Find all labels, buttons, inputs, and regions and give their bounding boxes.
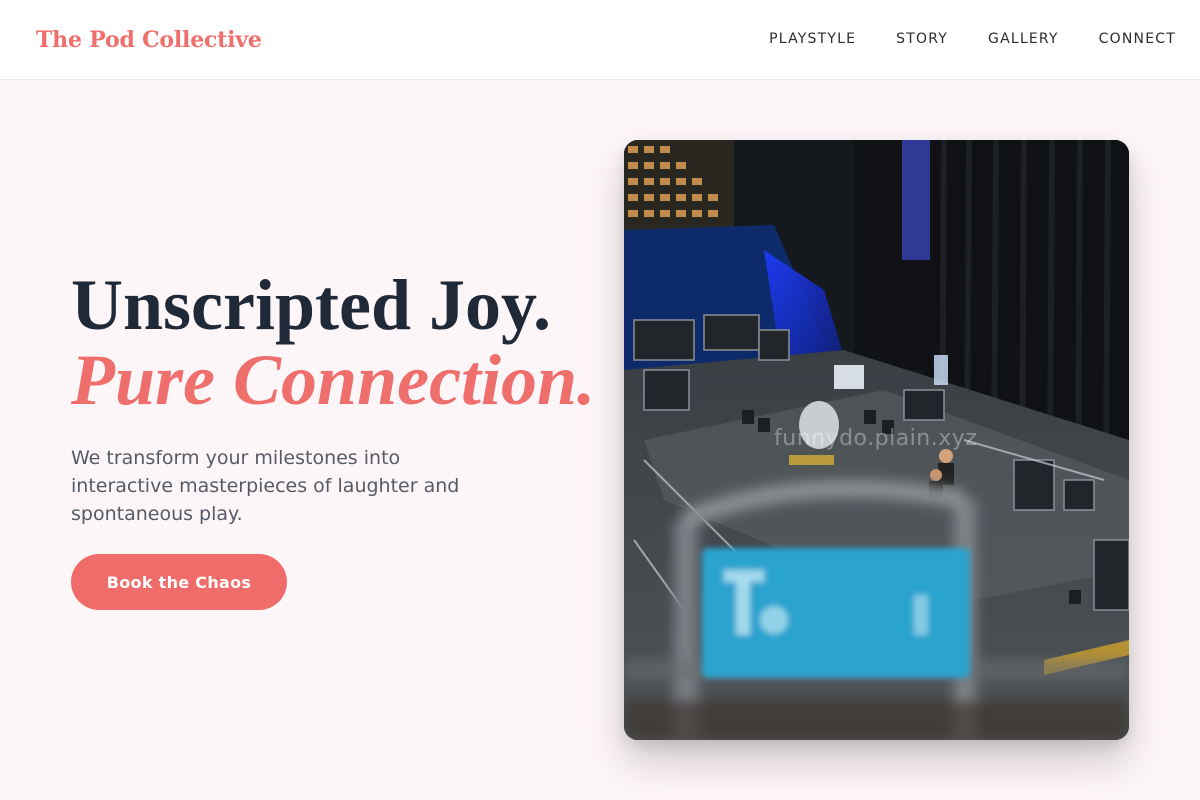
nav-link-gallery[interactable]: GALLERY <box>988 30 1059 48</box>
nav-link-playstyle[interactable]: PLAYSTYLE <box>769 30 856 48</box>
hero-headline: Unscripted Joy. Pure Connection. <box>71 265 596 420</box>
hero-subtext: We transform your milestones into intera… <box>71 447 460 525</box>
hero-photo: funnydo.plain.xyz <box>624 140 1129 740</box>
hero-text: Unscripted Joy. Pure Connection. We tran… <box>71 265 596 528</box>
headline-line-1: Unscripted Joy. <box>71 265 552 345</box>
main-nav: PLAYSTYLE STORY GALLERY CONNECT <box>769 30 1176 48</box>
book-the-chaos-button[interactable]: Book the Chaos <box>71 554 287 610</box>
photo-watermark: funnydo.plain.xyz <box>774 426 978 451</box>
site-header: The Pod Collective PLAYSTYLE STORY GALLE… <box>0 0 1200 80</box>
headline-line-2: Pure Connection. <box>71 340 596 420</box>
nav-link-story[interactable]: STORY <box>896 30 948 48</box>
nav-link-connect[interactable]: CONNECT <box>1099 30 1176 48</box>
brand-logo[interactable]: The Pod Collective <box>36 26 262 54</box>
